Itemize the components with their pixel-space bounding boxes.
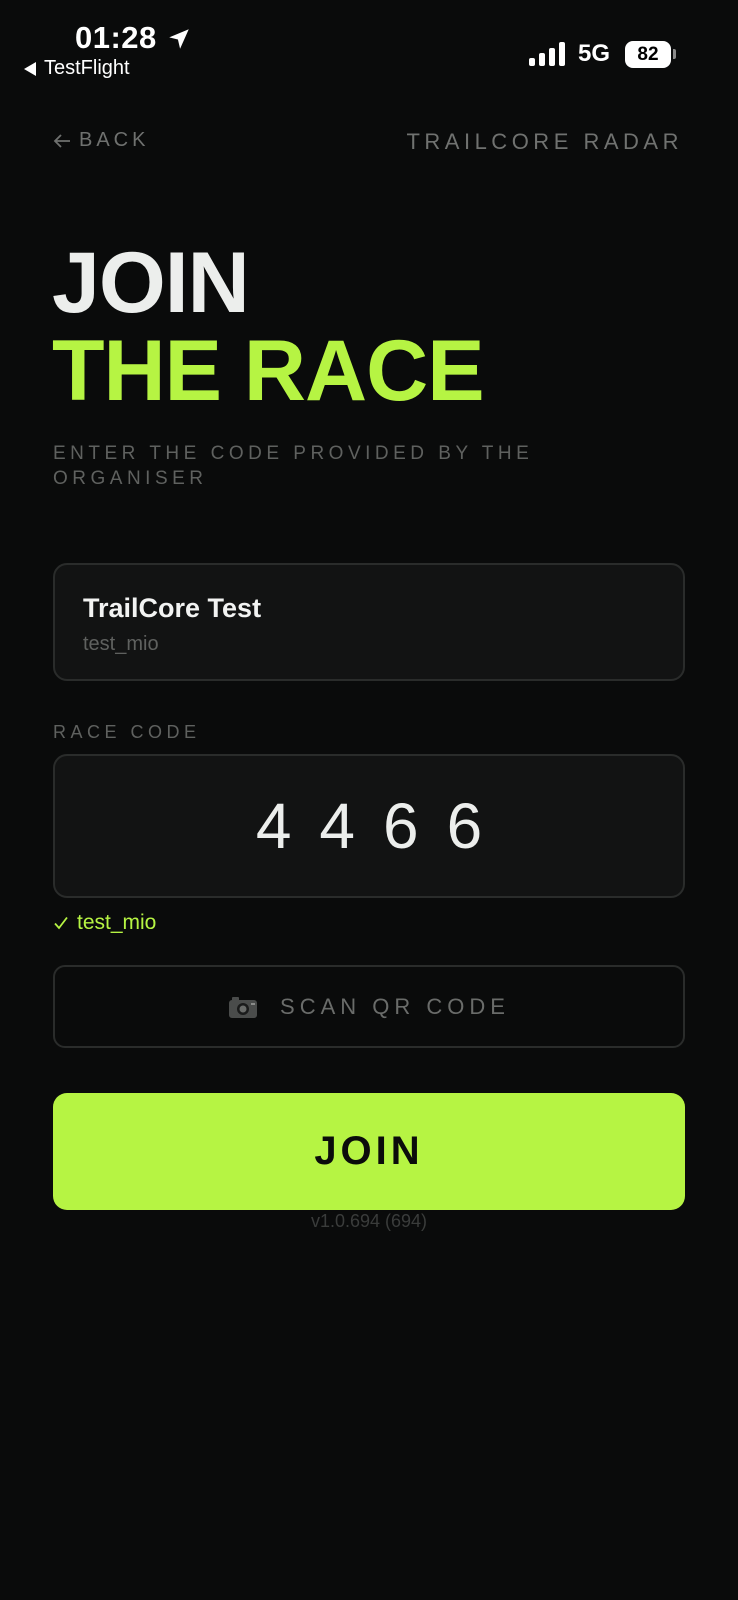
- validation-text: test_mio: [77, 911, 157, 934]
- status-time: 01:28: [75, 20, 157, 55]
- race-code-label: RACE CODE: [53, 722, 201, 742]
- join-label: JOIN: [314, 1129, 424, 1173]
- battery-tip: [673, 49, 676, 59]
- status-bar: 01:28 TestFlight 5G 82: [0, 0, 738, 86]
- race-name: TrailCore Test: [83, 593, 262, 623]
- scan-qr-label: SCAN QR CODE: [280, 993, 510, 1019]
- back-to-testflight-link[interactable]: TestFlight: [24, 57, 130, 80]
- race-code-value: 4466: [255, 790, 511, 862]
- join-button[interactable]: JOIN: [53, 1093, 685, 1210]
- back-triangle-icon: [24, 61, 36, 76]
- race-id: test_mio: [83, 633, 159, 655]
- arrow-left-icon: [53, 133, 70, 148]
- page-title-line2: THE RACE: [52, 323, 485, 419]
- check-icon: [54, 916, 68, 930]
- brand-title: TRAILCORE RADAR: [406, 129, 683, 154]
- network-type: 5G: [578, 40, 611, 67]
- signal-strength-icon: [529, 42, 565, 66]
- back-label: BACK: [79, 129, 150, 151]
- race-card: TrailCore Test test_mio: [53, 563, 685, 681]
- page-title-line1: JOIN: [52, 235, 250, 331]
- scan-qr-button[interactable]: SCAN QR CODE: [53, 965, 685, 1048]
- code-validation: test_mio: [53, 911, 156, 935]
- race-code-input[interactable]: 4466: [53, 754, 685, 898]
- location-arrow-icon: [169, 29, 189, 49]
- page-subtitle: ENTER THE CODE PROVIDED BY THE ORGANISER: [53, 443, 534, 489]
- back-button[interactable]: BACK: [53, 129, 149, 152]
- battery-icon: 82: [625, 41, 671, 68]
- app-version: v1.0.694 (694): [310, 1211, 428, 1231]
- back-app-label: TestFlight: [44, 57, 130, 79]
- camera-icon: [229, 996, 258, 1018]
